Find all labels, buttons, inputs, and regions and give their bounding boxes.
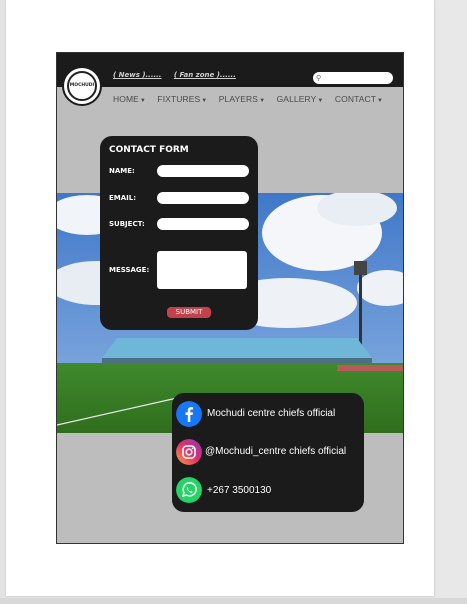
nav-fixtures[interactable]: FIXTURES▼ xyxy=(157,94,207,104)
main-nav: HOME▼ FIXTURES▼ PLAYERS▼ GALLERY▼ CONTAC… xyxy=(113,94,392,106)
caret-down-icon: ▼ xyxy=(201,98,208,104)
facebook-icon xyxy=(176,401,202,427)
email-label: EMAIL: xyxy=(109,194,137,202)
nav-fixtures-label: FIXTURES xyxy=(157,94,201,104)
nav-home[interactable]: HOME▼ xyxy=(113,94,146,104)
whatsapp-text: +267 3500130 xyxy=(207,485,272,496)
nav-players-label: PLAYERS xyxy=(218,94,259,104)
search-icon: ⚲ xyxy=(316,74,322,82)
message-field[interactable] xyxy=(157,251,247,289)
contact-form: CONTACT FORM NAME: EMAIL: SUBJECT: MESSA… xyxy=(100,136,258,330)
nav-gallery-label: GALLERY xyxy=(276,94,317,104)
name-field[interactable] xyxy=(157,165,249,177)
name-label: NAME: xyxy=(109,167,135,175)
subject-label: SUBJECT: xyxy=(109,220,145,228)
nav-gallery[interactable]: GALLERY▼ xyxy=(277,94,324,104)
caret-down-icon: ▼ xyxy=(377,98,384,104)
caret-down-icon: ▼ xyxy=(317,98,324,104)
instagram-icon xyxy=(176,439,202,465)
viewer-bottom-strip xyxy=(0,598,467,604)
website-preview: ( News )...... ( Fan zone )...... ⚲ MOCH… xyxy=(56,52,404,544)
submit-button[interactable]: SUBMIT xyxy=(167,307,211,318)
logo-text: MOCHUDI xyxy=(69,83,95,88)
caret-down-icon: ▼ xyxy=(259,98,266,104)
nav-contact-label: CONTACT xyxy=(334,94,377,104)
instagram-row[interactable]: @Mochudi_centre chiefs official xyxy=(176,439,362,465)
caret-down-icon: ▼ xyxy=(139,98,146,104)
instagram-text: @Mochudi_centre chiefs official xyxy=(205,446,347,457)
club-crest: MOCHUDI xyxy=(67,71,97,101)
subject-field[interactable] xyxy=(157,218,249,230)
news-link[interactable]: ( News )...... xyxy=(113,71,161,79)
club-logo[interactable]: MOCHUDI xyxy=(62,66,102,106)
nav-home-label: HOME xyxy=(113,94,139,104)
facebook-row[interactable]: Mochudi centre chiefs official xyxy=(176,401,362,427)
document-page: ( News )...... ( Fan zone )...... ⚲ MOCH… xyxy=(6,0,434,596)
message-label: MESSAGE: xyxy=(109,266,150,274)
facebook-text: Mochudi centre chiefs official xyxy=(207,408,336,419)
social-panel: Mochudi centre chiefs official @Mochudi_… xyxy=(172,393,364,512)
search-input[interactable]: ⚲ xyxy=(313,72,393,84)
whatsapp-row[interactable]: +267 3500130 xyxy=(176,477,362,503)
header-bar: ( News )...... ( Fan zone )...... ⚲ xyxy=(57,53,403,87)
nav-players[interactable]: PLAYERS▼ xyxy=(219,94,265,104)
nav-contact[interactable]: CONTACT▼ xyxy=(335,94,383,104)
header-links: ( News )...... ( Fan zone )...... xyxy=(113,71,246,79)
email-field[interactable] xyxy=(157,192,249,204)
form-title: CONTACT FORM xyxy=(109,145,189,155)
whatsapp-icon xyxy=(176,477,202,503)
viewer-side-area xyxy=(436,0,467,598)
fan-zone-link[interactable]: ( Fan zone )...... xyxy=(174,71,236,79)
